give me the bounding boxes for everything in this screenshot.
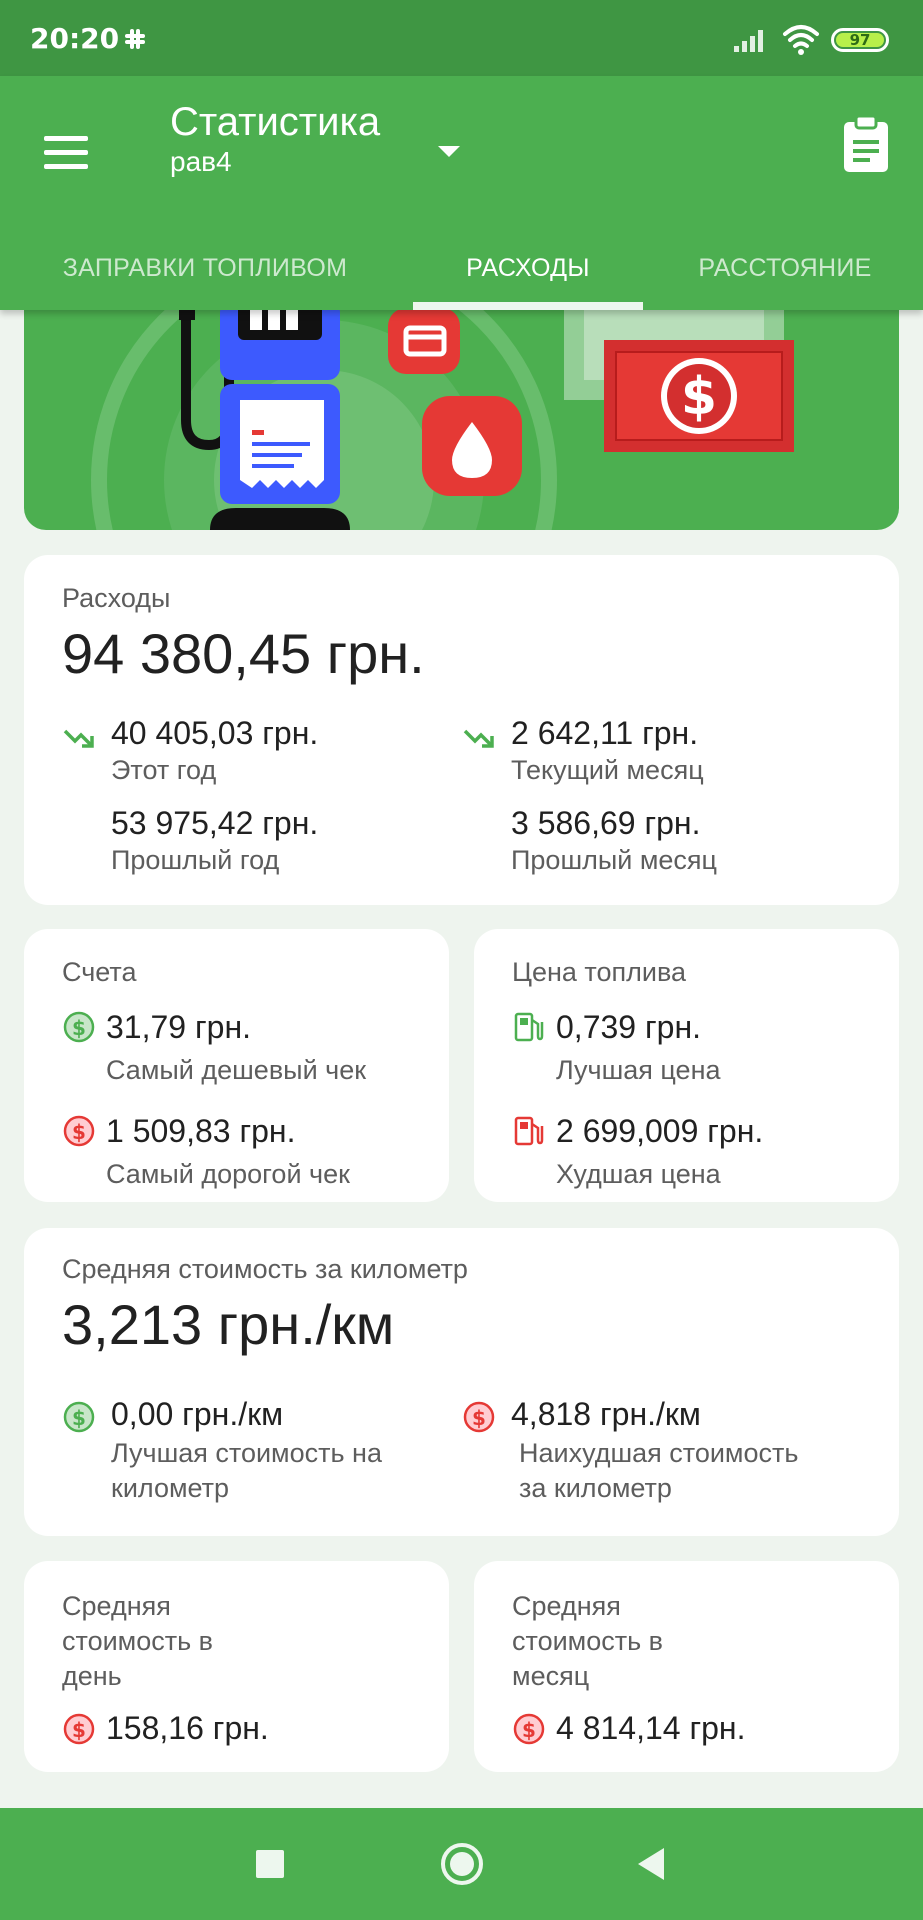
signal-icon: [734, 30, 763, 52]
cost-per-day-label-2: стоимость в: [62, 1626, 214, 1656]
priciest-bill-label: Самый дорогой чек: [106, 1159, 350, 1189]
fuel-price-label: Цена топлива: [512, 957, 687, 987]
back-button[interactable]: [626, 1838, 678, 1890]
this-month-value: 2 642,11 грн.: [511, 715, 699, 751]
clipboard-icon[interactable]: [840, 114, 892, 174]
cost-per-day-label-3: день: [62, 1661, 122, 1691]
worst-cost-per-km-value: 4,818 грн./км: [511, 1396, 701, 1432]
tab-expenses[interactable]: РАСХОДЫ: [413, 232, 643, 310]
svg-text:$: $: [72, 1016, 86, 1040]
dollar-circle-icon: $: [63, 1115, 95, 1147]
dollar-circle-icon: $: [463, 1401, 495, 1433]
svg-text:$: $: [72, 1120, 86, 1144]
this-year-label: Этот год: [111, 755, 217, 785]
cheapest-bill-value: 31,79 грн.: [106, 1009, 251, 1045]
tab-bar: ЗАПРАВКИ ТОПЛИВОМ РАСХОДЫ РАССТОЯНИЕ: [0, 232, 923, 310]
battery-level: 97: [836, 33, 884, 48]
dollar-circle-icon: $: [513, 1713, 545, 1745]
worst-cost-per-km-label-1: Наихудшая стоимость: [519, 1438, 799, 1468]
worst-fuel-price-label: Худшая цена: [556, 1159, 721, 1189]
last-year-label: Прошлый год: [111, 845, 280, 875]
last-year-value: 53 975,42 грн.: [111, 805, 319, 841]
status-time: 20:20: [30, 22, 120, 55]
best-cost-per-km-label-1: Лучшая стоимость на: [111, 1438, 382, 1468]
cheapest-bill-label: Самый дешевый чек: [106, 1055, 367, 1085]
cost-per-day-label-1: Средняя: [62, 1591, 171, 1621]
svg-text:$: $: [681, 367, 717, 427]
trend-down-icon: [63, 729, 94, 748]
best-cost-per-km-value: 0,00 грн./км: [111, 1396, 284, 1432]
worst-fuel-price-value: 2 699,009 грн.: [556, 1113, 764, 1149]
vehicle-name[interactable]: рав4: [170, 146, 232, 178]
page-title[interactable]: Статистика: [170, 100, 380, 145]
cost-per-day-value: 158,16 грн.: [106, 1710, 269, 1746]
this-month-label: Текущий месяц: [511, 755, 704, 785]
tab-indicator: [413, 302, 643, 310]
last-month-value: 3 586,69 грн.: [511, 805, 701, 841]
cost-per-month-label-1: Средняя: [512, 1591, 621, 1621]
fuel-price-card: Цена топлива 0,739 грн. Лучшая цена 2 69…: [474, 929, 899, 1202]
cost-per-month-label-2: стоимость в: [512, 1626, 664, 1656]
svg-text:$: $: [72, 1718, 86, 1742]
worst-cost-per-km-label-2: за километр: [519, 1473, 672, 1503]
expenses-label: Расходы: [62, 583, 171, 613]
battery-icon: 97: [831, 28, 889, 52]
cost-per-month-label-3: месяц: [512, 1661, 590, 1691]
best-fuel-price-value: 0,739 грн.: [556, 1009, 701, 1045]
tab-refuels[interactable]: ЗАПРАВКИ ТОПЛИВОМ: [30, 232, 380, 310]
priciest-bill-value: 1 509,83 грн.: [106, 1113, 296, 1149]
fuel-pump-icon: [514, 1012, 544, 1042]
slack-icon: [125, 29, 145, 49]
menu-icon-bar: [44, 150, 88, 155]
cost-per-month-card: Средняя стоимость в месяц $ 4 814,14 грн…: [474, 1561, 899, 1772]
best-cost-per-km-label-2: километр: [111, 1473, 230, 1503]
cost-per-day-card: Средняя стоимость в день $ 158,16 грн.: [24, 1561, 449, 1772]
status-bar: 20:20 97: [0, 0, 923, 76]
menu-button[interactable]: [30, 116, 102, 188]
fuel-pump-icon: [514, 1116, 544, 1146]
bills-label: Счета: [62, 957, 137, 987]
system-nav-bar: [0, 1808, 923, 1920]
menu-icon-bar: [44, 164, 88, 169]
fuel-expenses-illustration: $: [91, 300, 794, 530]
dollar-circle-icon: $: [63, 1401, 95, 1433]
svg-text:$: $: [472, 1406, 486, 1430]
wifi-icon: [783, 25, 819, 55]
home-button[interactable]: [436, 1838, 488, 1890]
header-illustration: $: [24, 300, 899, 530]
expenses-card: Расходы 94 380,45 грн. 40 405,03 грн. Эт…: [24, 555, 899, 905]
dollar-circle-icon: $: [63, 1011, 95, 1043]
trend-down-icon: [463, 729, 494, 748]
bills-card: Счета $ 31,79 грн. Самый дешевый чек $ 1…: [24, 929, 449, 1202]
cost-per-month-value: 4 814,14 грн.: [556, 1710, 746, 1746]
expenses-total: 94 380,45 грн.: [62, 622, 425, 685]
recents-button[interactable]: [244, 1838, 296, 1890]
svg-text:$: $: [522, 1718, 536, 1742]
dollar-circle-icon: $: [63, 1713, 95, 1745]
last-month-label: Прошлый месяц: [511, 845, 718, 875]
svg-text:$: $: [72, 1406, 86, 1430]
cost-per-km-total: 3,213 грн./км: [62, 1293, 395, 1356]
best-fuel-price-label: Лучшая цена: [556, 1055, 721, 1085]
cost-per-km-card: Средняя стоимость за километр 3,213 грн.…: [24, 1228, 899, 1536]
tab-distance[interactable]: РАССТОЯНИЕ: [675, 232, 895, 310]
this-year-value: 40 405,03 грн.: [111, 715, 319, 751]
app-bar: Статистика рав4 ЗАПРАВКИ ТОПЛИВОМ РАСХОД…: [0, 76, 923, 310]
dropdown-arrow-icon[interactable]: [434, 136, 464, 166]
menu-icon: [44, 136, 88, 141]
cost-per-km-label: Средняя стоимость за километр: [62, 1254, 468, 1284]
